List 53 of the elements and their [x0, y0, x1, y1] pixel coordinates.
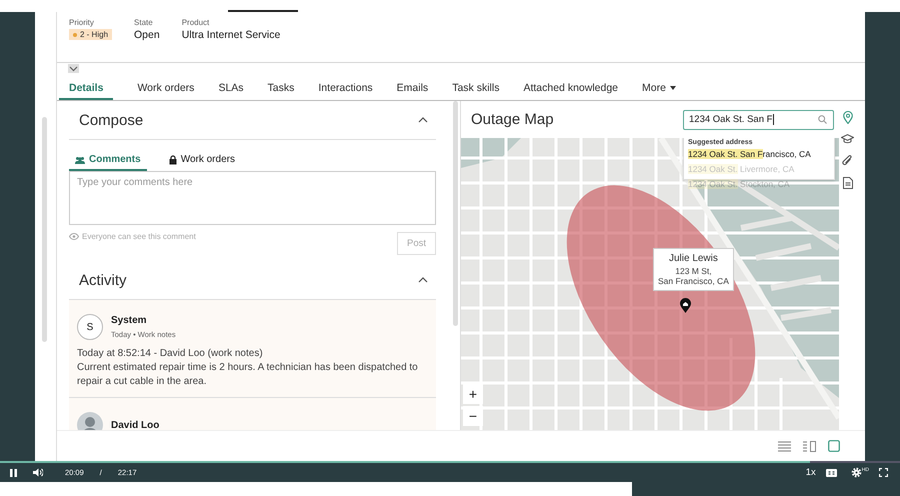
- collapse-icon[interactable]: [418, 117, 428, 123]
- visibility-hint: Everyone can see this comment: [69, 232, 196, 241]
- avatar: S: [77, 314, 103, 340]
- tab[interactable]: Tasks: [268, 77, 294, 100]
- priority-badge: 2 - High: [69, 29, 112, 40]
- popup-name: Julie Lewis: [668, 253, 718, 264]
- zoom-button[interactable]: +: [463, 384, 483, 404]
- section-title: Activity: [79, 272, 127, 288]
- eye-icon: [69, 233, 79, 240]
- single-view-button[interactable]: [828, 440, 840, 452]
- field-value: Ultra Internet Service: [182, 29, 280, 41]
- panel-title: Outage Map: [471, 111, 554, 128]
- field-value: Open: [134, 29, 160, 41]
- volume-icon[interactable]: [33, 468, 43, 477]
- popup-address: San Francisco, CA: [658, 276, 729, 286]
- caret-icon[interactable]: [670, 86, 676, 90]
- field-label: State: [134, 18, 154, 27]
- graduation-cap-icon[interactable]: [841, 134, 854, 144]
- tab[interactable]: Interactions: [318, 77, 373, 100]
- location-icon[interactable]: [842, 111, 852, 124]
- tab[interactable]: SLAs: [218, 77, 244, 100]
- split-view-button[interactable]: [803, 440, 816, 452]
- tab[interactable]: Work orders: [137, 77, 194, 100]
- search-icon[interactable]: [818, 115, 827, 124]
- comment-tab[interactable]: Work orders: [162, 154, 241, 171]
- field-label: Product: [182, 18, 210, 27]
- author-name: System: [111, 315, 148, 326]
- tab[interactable]: Task skills: [452, 77, 500, 100]
- comment-field[interactable]: Type your comments here: [69, 171, 436, 225]
- entry-text: Current estimated repair time is 2 hours. A technician has been dispatched to repair a cut cable in the area.: [77, 361, 419, 389]
- list-view-button[interactable]: [778, 440, 791, 452]
- tab[interactable]: Attached knowledge: [523, 77, 618, 100]
- people-icon: [75, 156, 85, 164]
- section-title: Compose: [79, 112, 144, 128]
- popup-address: 123 M St,: [675, 266, 712, 276]
- tab[interactable]: Emails: [396, 77, 428, 100]
- collapse-icon[interactable]: [418, 277, 428, 283]
- pause-button[interactable]: [10, 468, 17, 476]
- speed-button[interactable]: 1x: [806, 467, 816, 478]
- captions-icon[interactable]: [826, 468, 837, 476]
- tab[interactable]: More: [642, 77, 676, 100]
- author-name: David Loo: [111, 420, 160, 430]
- address-search-field[interactable]: 1234 Oak St. San F: [683, 110, 834, 130]
- entry-heading: Today at 8:52:14 - David Loo (work notes): [77, 347, 264, 361]
- field-label: Priority: [69, 18, 95, 27]
- document-icon[interactable]: [842, 177, 852, 189]
- fullscreen-icon[interactable]: [879, 468, 888, 477]
- zoom-button[interactable]: −: [463, 406, 483, 426]
- expand-button[interactable]: [68, 64, 79, 73]
- map-pin-icon[interactable]: [680, 298, 691, 313]
- paperclip-icon[interactable]: [842, 154, 853, 167]
- lock-icon: [168, 154, 177, 164]
- tab[interactable]: Details: [59, 77, 114, 100]
